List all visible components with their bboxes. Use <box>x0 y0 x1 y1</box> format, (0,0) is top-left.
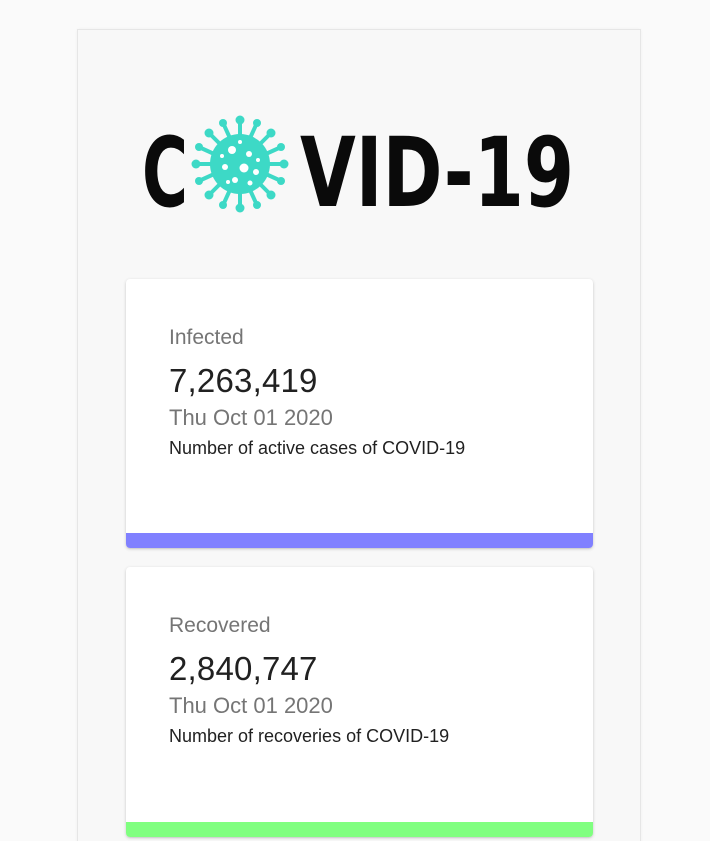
recovered-card-color-bar <box>126 822 593 837</box>
infected-card-date: Thu Oct 01 2020 <box>169 405 333 430</box>
infected-card: Infected 7,263,419 Thu Oct 01 2020 Numbe… <box>126 279 593 548</box>
logo-text-c: C <box>142 117 188 216</box>
infected-card-body: Infected 7,263,419 Thu Oct 01 2020 Numbe… <box>169 325 573 460</box>
recovered-card-body: Recovered 2,840,747 Thu Oct 01 2020 Numb… <box>169 613 573 748</box>
recovered-card-value: 2,840,747 <box>169 650 318 687</box>
infected-card-color-bar <box>126 533 593 548</box>
page: C VID-19 Infected 7,263,419 Thu Oct 01 2… <box>0 0 710 841</box>
infected-card-value: 7,263,419 <box>169 362 318 399</box>
recovered-card-description: Number of recoveries of COVID-19 <box>169 726 450 746</box>
recovered-card-date: Thu Oct 01 2020 <box>169 693 333 718</box>
logo-text-vid-19: VID-19 <box>300 117 574 216</box>
recovered-card: Recovered 2,840,747 Thu Oct 01 2020 Numb… <box>126 567 593 837</box>
recovered-card-title: Recovered <box>169 614 271 637</box>
infected-card-description: Number of active cases of COVID-19 <box>169 438 466 458</box>
infected-card-title: Infected <box>169 326 244 349</box>
virus-icon <box>191 115 289 213</box>
covid-19-logo: C VID-19 <box>140 112 580 216</box>
